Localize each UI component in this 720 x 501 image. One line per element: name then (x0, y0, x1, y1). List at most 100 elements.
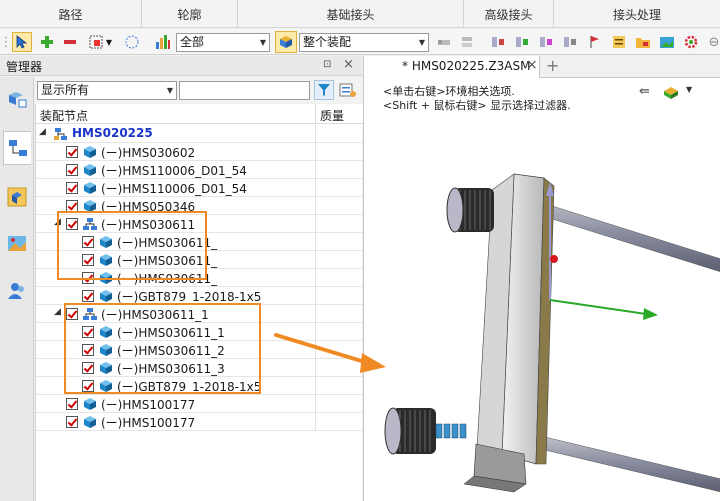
assembly-scope-select[interactable]: 整个装配 ▼ (299, 33, 429, 52)
visibility-checkbox[interactable] (66, 182, 78, 194)
history-icon[interactable] (5, 87, 29, 111)
render-mode-icon[interactable] (662, 82, 684, 103)
assembly-icon (83, 218, 97, 230)
column-header-node[interactable]: 装配节点 (40, 107, 88, 124)
visibility-checkbox[interactable] (66, 164, 78, 176)
mass-cell (315, 179, 316, 197)
assembly-3d-model[interactable] (364, 114, 720, 501)
column-settings-icon[interactable] (337, 80, 359, 100)
filter-chart-icon[interactable] (153, 32, 173, 52)
tab-joint-processing[interactable]: 接头处理 (554, 0, 720, 28)
part-icon[interactable] (5, 185, 29, 209)
tree-part-row[interactable]: (ー)HMS030602 (36, 143, 363, 161)
overflow-icon[interactable]: ⊖ (708, 32, 720, 52)
chevron-down-icon[interactable]: ▼ (686, 85, 692, 94)
add-tab-icon[interactable]: + (546, 56, 559, 75)
flag-icon[interactable] (585, 32, 605, 52)
visibility-checkbox[interactable] (66, 398, 78, 410)
tree-node-label: (ー)HMS030611_ (117, 272, 218, 286)
mass-cell (315, 161, 316, 179)
filter-funnel-icon[interactable] (314, 80, 334, 100)
pin-icon[interactable]: ⊡ (323, 59, 331, 70)
toolbar: ⋮ ▼ 全部 ▼ 整个装配 ▼ ⊖ (0, 29, 720, 55)
tab-path[interactable]: 路径 (0, 0, 142, 28)
part-cube-icon (100, 236, 112, 248)
settings-icon[interactable] (681, 32, 701, 52)
assembly-tree-icon[interactable] (3, 131, 31, 165)
tab-advanced-joint[interactable]: 高级接头 (464, 0, 554, 28)
column-header-mass[interactable]: 质量 (320, 107, 344, 124)
visibility-checkbox[interactable] (66, 146, 78, 158)
part-cube-icon (100, 344, 112, 356)
tree-part-row[interactable]: (ー)HMS110006_D01_54 (36, 161, 363, 179)
tree-part-row[interactable]: (ー)HMS050346 (36, 197, 363, 215)
tree-node-label: (ー)HMS100177 (101, 398, 196, 412)
visibility-checkbox[interactable] (82, 362, 94, 374)
filter-type-select[interactable]: 全部 ▼ (176, 33, 270, 52)
folder-icon[interactable] (633, 32, 653, 52)
visibility-checkbox[interactable] (66, 416, 78, 428)
part-cube-icon (84, 200, 96, 212)
select-pointer-icon[interactable] (12, 32, 32, 52)
graphics-viewport[interactable]: * HMS020225.Z3ASM × + <单击右键>环境相关选项. <Shi… (363, 56, 720, 501)
list-icon[interactable] (609, 32, 629, 52)
grip-icon: ⋮ (0, 34, 13, 50)
tree-part-row[interactable]: (ー)GBT879_1-2018-1x5 (36, 287, 363, 305)
tree-root-row[interactable]: ◢ HMS020225 (36, 125, 363, 143)
visibility-checkbox[interactable] (66, 200, 78, 212)
image-icon[interactable] (657, 32, 677, 52)
manager-side-strip (0, 77, 34, 501)
tree-subassembly-row[interactable]: ◢ (ー)HMS030611 (36, 215, 363, 233)
circle-select-icon[interactable] (122, 32, 142, 52)
part-cube-icon (84, 182, 96, 194)
part-cube-icon (100, 380, 112, 392)
visibility-checkbox[interactable] (82, 290, 94, 302)
align-2-icon[interactable] (512, 32, 532, 52)
document-tab[interactable]: * HMS020225.Z3ASM × (364, 56, 540, 78)
box-select-icon[interactable] (86, 32, 106, 52)
chevron-down-icon[interactable]: ▼ (104, 32, 114, 52)
tree-part-row[interactable]: (ー)HMS100177 (36, 413, 363, 431)
scene-icon[interactable] (5, 232, 29, 256)
visibility-checkbox[interactable] (82, 236, 94, 248)
expand-arrow-icon[interactable]: ◢ (54, 217, 61, 227)
tab-basic-joint[interactable]: 基础接头 (238, 0, 464, 28)
remove-icon[interactable] (60, 32, 80, 52)
visibility-checkbox[interactable] (82, 344, 94, 356)
tree-part-row[interactable]: (ー)HMS030611_ (36, 251, 363, 269)
tree-part-row[interactable]: (ー)GBT879_1-2018-1x5 (36, 377, 363, 395)
joint-tool-2-icon[interactable] (457, 32, 477, 52)
tree-part-row[interactable]: (ー)HMS100177 (36, 395, 363, 413)
add-icon[interactable] (37, 32, 57, 52)
tree-part-row[interactable]: (ー)HMS110006_D01_54 (36, 179, 363, 197)
display-filter-value: 显示所有 (41, 83, 90, 97)
tree-subassembly-row[interactable]: ◢ (ー)HMS030611_1 (36, 305, 363, 323)
align-3-icon[interactable] (536, 32, 556, 52)
expand-arrow-icon[interactable]: ◢ (39, 127, 46, 137)
tree-node-label: (ー)HMS030611_ (117, 236, 218, 250)
visibility-checkbox[interactable] (82, 380, 94, 392)
visibility-checkbox[interactable] (66, 308, 78, 320)
tree-part-row[interactable]: (ー)HMS030611_ (36, 233, 363, 251)
close-icon[interactable]: × (343, 57, 354, 72)
user-icon[interactable] (5, 279, 29, 303)
assembly-scope-icon[interactable] (275, 31, 297, 53)
tree-part-row[interactable]: (ー)HMS030611_ (36, 269, 363, 287)
display-filter-select[interactable]: 显示所有 ▼ (37, 81, 177, 100)
expand-arrow-icon[interactable]: ◢ (54, 307, 61, 317)
visibility-checkbox[interactable] (82, 272, 94, 284)
restore-view-icon[interactable]: ⇚ (639, 84, 650, 99)
column-divider[interactable] (315, 104, 316, 124)
tree-node-label: (ー)HMS110006_D01_54 (101, 182, 247, 196)
align-icon[interactable] (488, 32, 508, 52)
tree-node-label: (ー)HMS030611_3 (117, 362, 225, 376)
visibility-checkbox[interactable] (66, 218, 78, 230)
visibility-checkbox[interactable] (82, 254, 94, 266)
align-4-icon[interactable] (560, 32, 580, 52)
visibility-checkbox[interactable] (82, 326, 94, 338)
filter-type-value: 全部 (180, 35, 205, 49)
search-input[interactable] (179, 81, 310, 100)
tab-profile[interactable]: 轮廓 (142, 0, 238, 28)
joint-tool-icon[interactable] (434, 32, 454, 52)
close-tab-icon[interactable]: × (526, 57, 538, 73)
